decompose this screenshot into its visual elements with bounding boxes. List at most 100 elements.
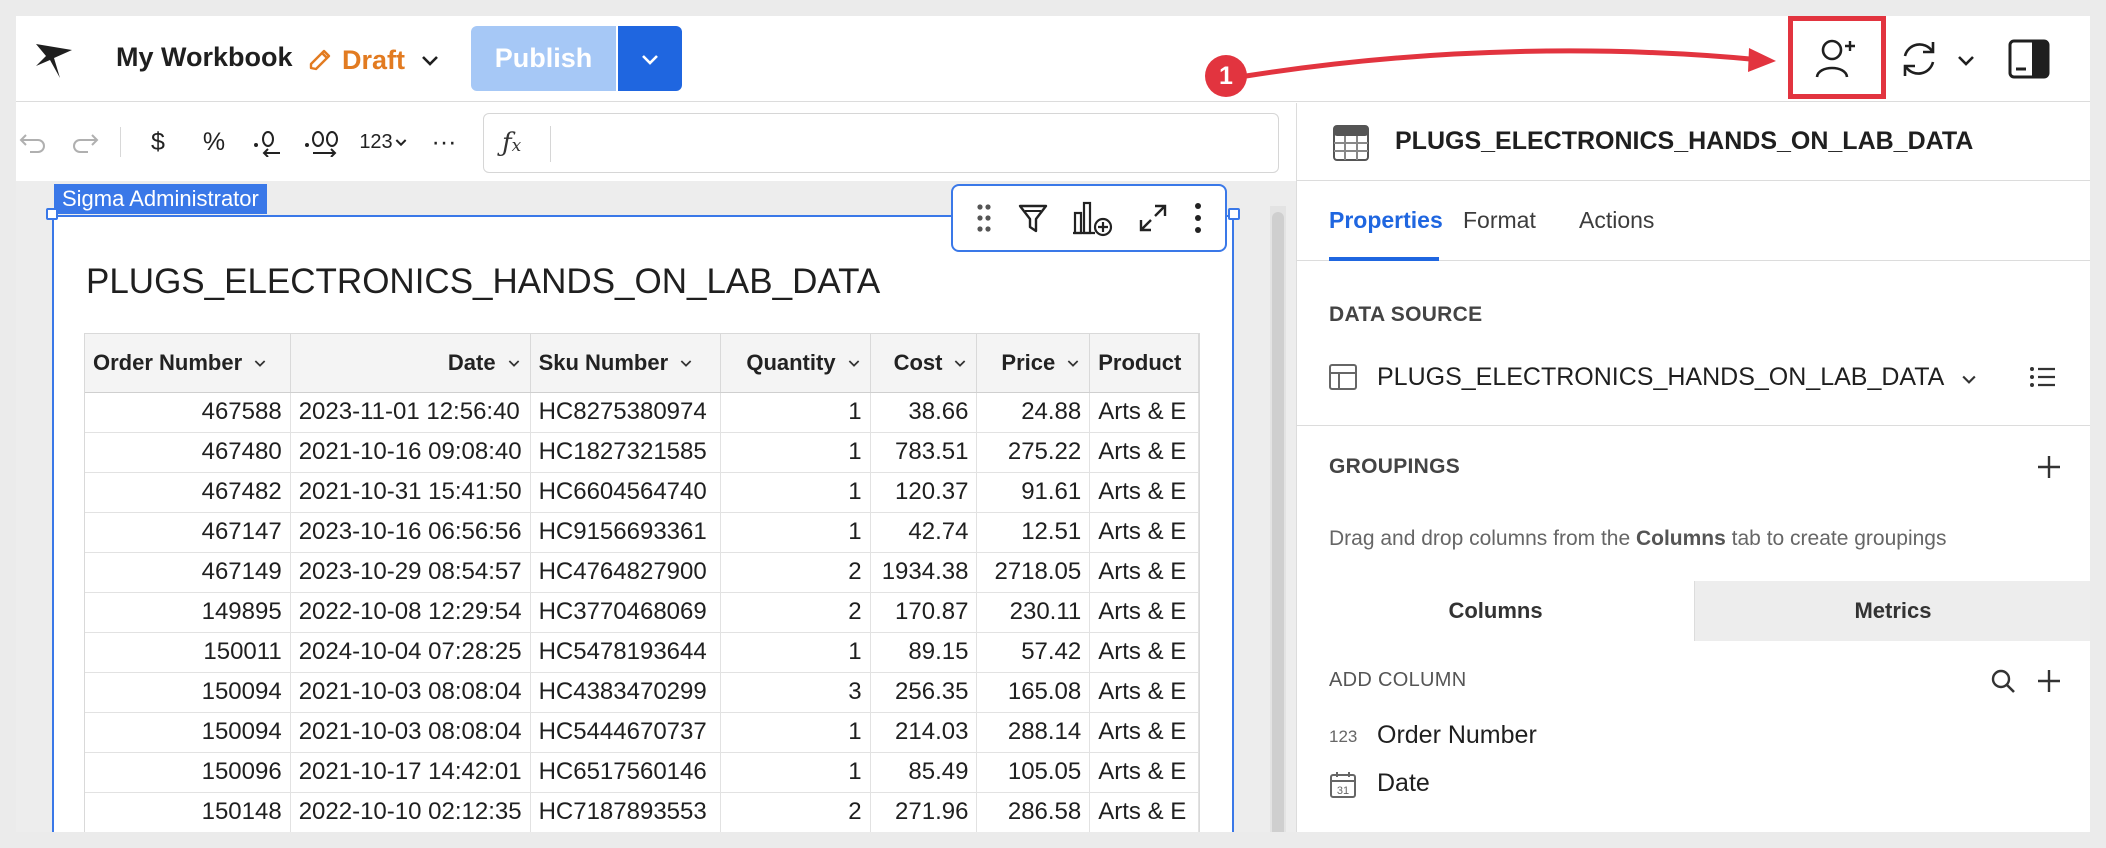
increase-decimal-button[interactable] (300, 119, 344, 165)
table-cell[interactable]: HC5478193644 (530, 632, 721, 673)
draft-status[interactable]: Draft (306, 40, 405, 80)
percent-format-button[interactable]: % (194, 119, 234, 165)
chevron-down-icon[interactable] (252, 355, 268, 371)
redo-button[interactable] (68, 119, 102, 165)
table-cell[interactable]: 467588 (85, 392, 291, 433)
table-cell[interactable]: 1 (720, 632, 871, 673)
table-cell[interactable]: 1 (720, 512, 871, 553)
column-header-quantity[interactable]: Quantity (720, 334, 871, 393)
table-cell[interactable]: 2021-10-03 08:08:04 (290, 672, 531, 713)
table-cell[interactable]: 256.35 (870, 672, 978, 713)
resize-handle[interactable] (46, 208, 58, 220)
tab-metrics[interactable]: Metrics (1695, 581, 2090, 641)
table-cell[interactable]: 271.96 (870, 792, 978, 832)
table-cell[interactable]: HC8275380974 (530, 392, 721, 433)
table-cell[interactable]: 1 (720, 432, 871, 473)
table-cell[interactable]: Arts & E (1089, 712, 1199, 753)
workbook-title[interactable]: My Workbook (116, 42, 293, 73)
table-cell[interactable]: Arts & E (1089, 632, 1199, 673)
table-cell[interactable]: Arts & E (1089, 512, 1199, 553)
table-cell[interactable]: 120.37 (870, 472, 978, 513)
table-cell[interactable]: 467149 (85, 552, 291, 593)
table-row[interactable]: 467480 2021-10-16 09:08:40 HC1827321585 1 78… (85, 432, 1199, 473)
table-cell[interactable]: 467480 (85, 432, 291, 473)
share-button[interactable] (1788, 16, 1886, 99)
table-title[interactable]: PLUGS_ELECTRONICS_HANDS_ON_LAB_DATA (86, 262, 880, 302)
drag-handle-icon[interactable] (974, 201, 994, 235)
table-row[interactable]: 467588 2023-11-01 12:56:40 HC8275380974 1 38… (85, 392, 1199, 433)
kebab-menu-icon[interactable] (1192, 201, 1204, 235)
table-row[interactable]: 149895 2022-10-08 12:29:54 HC3770468069 2 17… (85, 592, 1199, 633)
tab-actions[interactable]: Actions (1579, 207, 1654, 234)
filter-icon[interactable] (1017, 201, 1049, 235)
table-cell[interactable]: 150094 (85, 672, 291, 713)
add-column-icon[interactable] (2035, 667, 2063, 695)
table-cell[interactable]: HC9156693361 (530, 512, 721, 553)
table-cell[interactable]: HC4383470299 (530, 672, 721, 713)
undo-button[interactable] (16, 119, 50, 165)
table-cell[interactable]: 1934.38 (870, 552, 978, 593)
table-cell[interactable]: 1 (720, 472, 871, 513)
table-cell[interactable]: HC3770468069 (530, 592, 721, 633)
column-header-price[interactable]: Price (976, 334, 1091, 393)
column-item-date[interactable]: 31 Date (1329, 765, 2029, 805)
table-cell[interactable]: Arts & E (1089, 392, 1199, 433)
table-cell[interactable]: 2021-10-16 09:08:40 (290, 432, 531, 473)
chevron-down-icon[interactable] (1959, 369, 1979, 389)
table-cell[interactable]: 38.66 (870, 392, 978, 433)
table-cell[interactable]: 2022-10-10 02:12:35 (290, 792, 531, 832)
table-cell[interactable]: 1 (720, 712, 871, 753)
tab-properties[interactable]: Properties (1329, 207, 1443, 234)
resize-handle[interactable] (1228, 208, 1240, 220)
table-cell[interactable]: HC6517560146 (530, 752, 721, 793)
chevron-down-icon[interactable] (418, 48, 442, 72)
formula-bar[interactable]: ƒx (483, 113, 1279, 173)
table-cell[interactable]: 214.03 (870, 712, 978, 753)
table-row[interactable]: 467482 2021-10-31 15:41:50 HC6604564740 1 12… (85, 472, 1199, 513)
add-grouping-icon[interactable] (2035, 453, 2063, 481)
list-icon[interactable] (2029, 365, 2057, 389)
table-cell[interactable]: 275.22 (976, 432, 1091, 473)
chevron-down-icon[interactable] (1065, 355, 1081, 371)
search-icon[interactable] (1989, 667, 2017, 695)
column-header-product[interactable]: Product (1089, 334, 1199, 393)
tab-columns[interactable]: Columns (1297, 581, 1695, 641)
more-options-button[interactable]: ··· (424, 119, 464, 165)
add-chart-icon[interactable] (1071, 199, 1115, 237)
table-cell[interactable]: 783.51 (870, 432, 978, 473)
table-cell[interactable]: Arts & E (1089, 752, 1199, 793)
column-header-sku-number[interactable]: Sku Number (530, 334, 721, 393)
table-row[interactable]: 150148 2022-10-10 02:12:35 HC7187893553 2 27… (85, 792, 1199, 832)
number-format-dropdown[interactable]: 123 (356, 119, 412, 165)
table-cell[interactable]: 230.11 (976, 592, 1091, 633)
data-source-selector[interactable]: PLUGS_ELECTRONICS_HANDS_ON_LAB_DATA (1329, 355, 2059, 399)
table-row[interactable]: 150094 2021-10-03 08:08:04 HC5444670737 1 21… (85, 712, 1199, 753)
table-cell[interactable]: 85.49 (870, 752, 978, 793)
table-cell[interactable]: 91.61 (976, 472, 1091, 513)
panel-toggle-icon[interactable] (2006, 36, 2052, 82)
table-cell[interactable]: Arts & E (1089, 792, 1199, 832)
table-cell[interactable]: 2021-10-31 15:41:50 (290, 472, 531, 513)
decrease-decimal-button[interactable] (248, 119, 288, 165)
canvas-scrollbar-thumb[interactable] (1272, 212, 1284, 832)
table-cell[interactable]: 467482 (85, 472, 291, 513)
table-cell[interactable]: 288.14 (976, 712, 1091, 753)
table-cell[interactable]: HC4764827900 (530, 552, 721, 593)
table-cell[interactable]: HC7187893553 (530, 792, 721, 832)
chevron-down-icon[interactable] (678, 355, 694, 371)
chevron-down-icon[interactable] (952, 355, 968, 371)
column-header-cost[interactable]: Cost (870, 334, 978, 393)
table-cell[interactable]: Arts & E (1089, 472, 1199, 513)
table-cell[interactable]: 24.88 (976, 392, 1091, 433)
table-cell[interactable]: 165.08 (976, 672, 1091, 713)
publish-options-button[interactable] (618, 26, 682, 91)
table-cell[interactable]: 149895 (85, 592, 291, 633)
table-row[interactable]: 467149 2023-10-29 08:54:57 HC4764827900 2 19… (85, 552, 1199, 593)
table-cell[interactable]: 2023-10-16 06:56:56 (290, 512, 531, 553)
chevron-down-icon[interactable] (1954, 48, 1978, 72)
table-cell[interactable]: 150011 (85, 632, 291, 673)
table-cell[interactable]: HC5444670737 (530, 712, 721, 753)
table-cell[interactable]: 150096 (85, 752, 291, 793)
table-row[interactable]: 467147 2023-10-16 06:56:56 HC9156693361 1 42… (85, 512, 1199, 553)
currency-format-button[interactable]: $ (140, 119, 176, 165)
